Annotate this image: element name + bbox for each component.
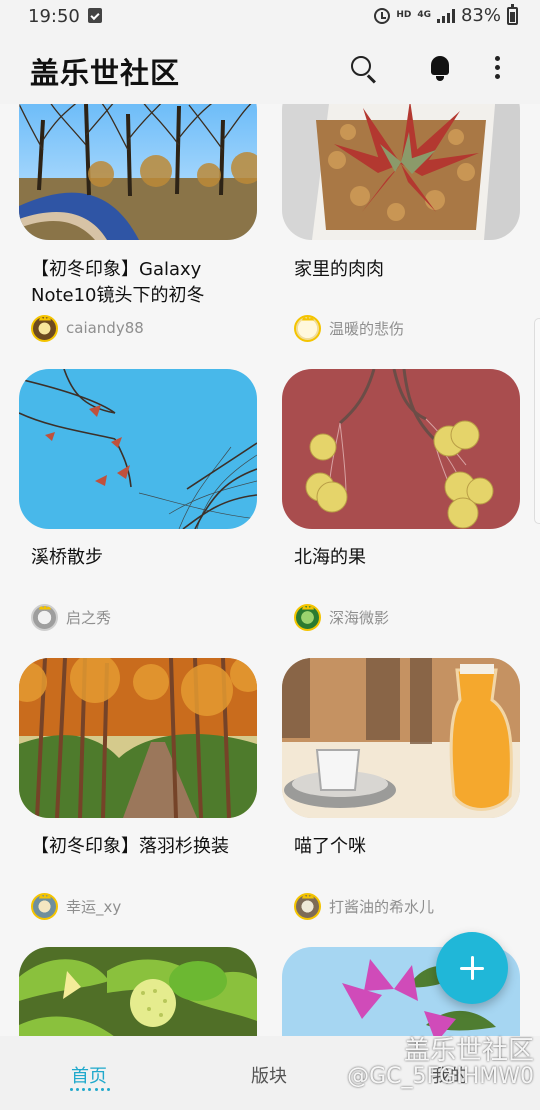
- post-author[interactable]: 启之秀: [31, 601, 111, 633]
- status-time: 19:50: [28, 6, 80, 27]
- alarm-icon: [374, 7, 391, 24]
- scroll-indicator[interactable]: [534, 318, 540, 524]
- watermark-title: 盖乐世社区: [403, 1036, 534, 1066]
- post-title[interactable]: 【初冬印象】Galaxy Note10镜头下的初冬: [31, 257, 257, 309]
- nav-home-tab[interactable]: 首页: [71, 1062, 107, 1088]
- app-title: 盖乐世社区: [30, 56, 181, 90]
- post-author[interactable]: 幸运_xy: [31, 890, 121, 922]
- post-title[interactable]: 家里的肉肉: [294, 257, 520, 283]
- notification-button[interactable]: [422, 50, 458, 86]
- post-author[interactable]: 温暖的悲伤: [294, 312, 404, 344]
- post-image-park-trees[interactable]: [19, 104, 257, 240]
- sim-icon: [88, 8, 102, 23]
- post-title[interactable]: 喵了个咪: [294, 834, 520, 860]
- app-bar: 盖乐世社区: [0, 34, 540, 104]
- search-icon: [351, 56, 371, 76]
- signal-icon: [436, 8, 455, 23]
- post-image-autumn-path[interactable]: [19, 658, 257, 818]
- post-feed[interactable]: 【初冬印象】Galaxy Note10镜头下的初冬 caiandy88 家里的肉…: [0, 104, 540, 1036]
- status-indicators: HD 4G 83%: [374, 3, 518, 26]
- create-post-button[interactable]: [436, 932, 508, 1004]
- avatar[interactable]: [294, 892, 321, 920]
- watermark-user: @GC_5FGIHMW0: [347, 1064, 534, 1089]
- battery-percentage: 83%: [460, 5, 501, 26]
- avatar[interactable]: [294, 314, 321, 342]
- author-name[interactable]: 深海微影: [329, 607, 389, 628]
- author-name[interactable]: caiandy88: [66, 319, 144, 337]
- post-image-glass-drinks[interactable]: [282, 658, 520, 818]
- hd-label: HD: [396, 10, 412, 20]
- search-button[interactable]: [345, 50, 381, 86]
- avatar[interactable]: [31, 603, 58, 631]
- post-title[interactable]: 【初冬印象】落羽杉换装: [31, 834, 257, 860]
- post-image-yellow-berries[interactable]: [282, 369, 520, 529]
- author-name[interactable]: 打酱油的希水儿: [329, 896, 434, 917]
- more-options-button[interactable]: [480, 50, 516, 86]
- post-title[interactable]: 溪桥散步: [31, 545, 257, 571]
- more-dot: [495, 65, 500, 70]
- nav-boards-tab[interactable]: 版块: [251, 1062, 287, 1088]
- more-dot: [495, 56, 500, 61]
- author-name[interactable]: 温暖的悲伤: [329, 318, 404, 339]
- post-image-strawberry[interactable]: [19, 947, 257, 1036]
- post-author[interactable]: 深海微影: [294, 601, 389, 633]
- bell-icon: [431, 56, 449, 75]
- post-title[interactable]: 北海的果: [294, 545, 520, 571]
- avatar[interactable]: [294, 603, 321, 631]
- post-image-blue-sky-branches[interactable]: [19, 369, 257, 529]
- author-name[interactable]: 幸运_xy: [66, 896, 121, 917]
- battery-icon: [507, 3, 518, 25]
- status-bar: 19:50 HD 4G 83%: [0, 0, 540, 34]
- phone-screen: 19:50 HD 4G 83% 盖乐世社区 【初冬印象】Galaxy Note1…: [0, 0, 540, 1110]
- more-dot: [495, 74, 500, 79]
- post-image-succulent[interactable]: [282, 104, 520, 240]
- post-author[interactable]: 打酱油的希水儿: [294, 890, 434, 922]
- network-type-label: 4G: [417, 10, 431, 20]
- active-tab-indicator: [70, 1088, 110, 1091]
- avatar[interactable]: [31, 892, 58, 920]
- search-handle: [367, 74, 376, 84]
- bell-clapper: [436, 76, 444, 81]
- post-author[interactable]: caiandy88: [31, 312, 144, 344]
- avatar[interactable]: [31, 314, 58, 342]
- author-name[interactable]: 启之秀: [66, 607, 111, 628]
